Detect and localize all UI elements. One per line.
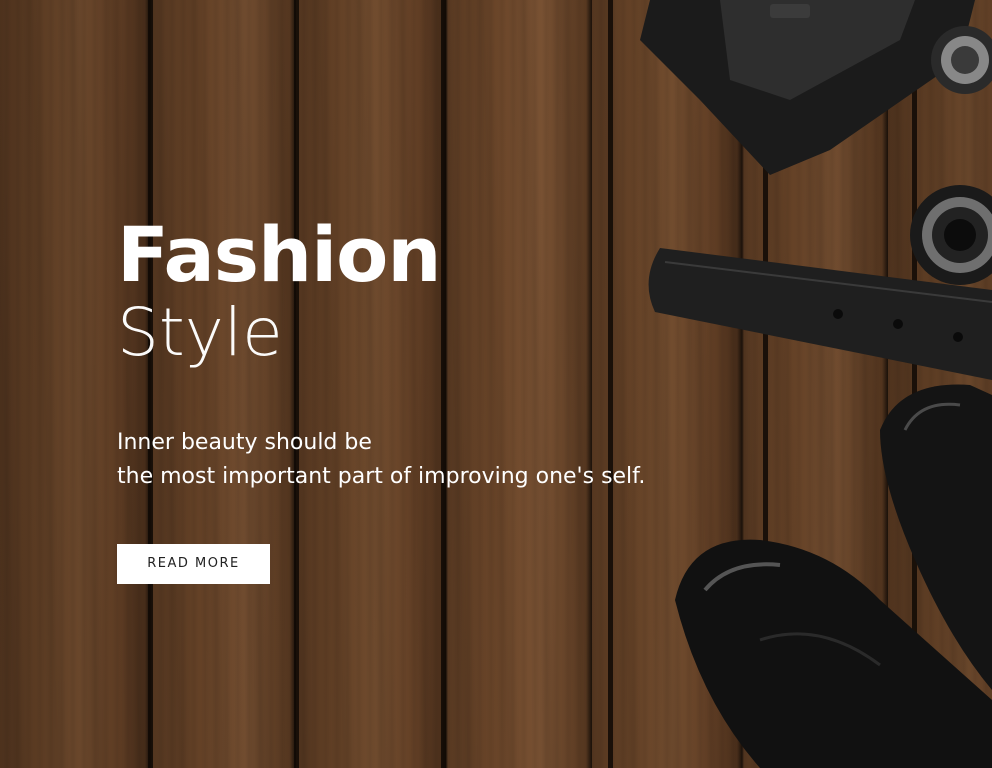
tagline-line-1: Inner beauty should be: [117, 430, 372, 455]
hero-title: Fashion: [117, 210, 441, 299]
hero-subtitle: Style: [117, 294, 283, 371]
hero-tagline: Inner beauty should be the most importan…: [117, 426, 645, 494]
read-more-button[interactable]: READ MORE: [117, 544, 270, 584]
hero-content: Fashion Style Inner beauty should be the…: [117, 214, 645, 584]
tagline-line-2: the most important part of improving one…: [117, 464, 646, 489]
board-gap: [912, 0, 917, 768]
hero-banner: Fashion Style Inner beauty should be the…: [0, 0, 992, 768]
board-gap: [763, 0, 768, 768]
